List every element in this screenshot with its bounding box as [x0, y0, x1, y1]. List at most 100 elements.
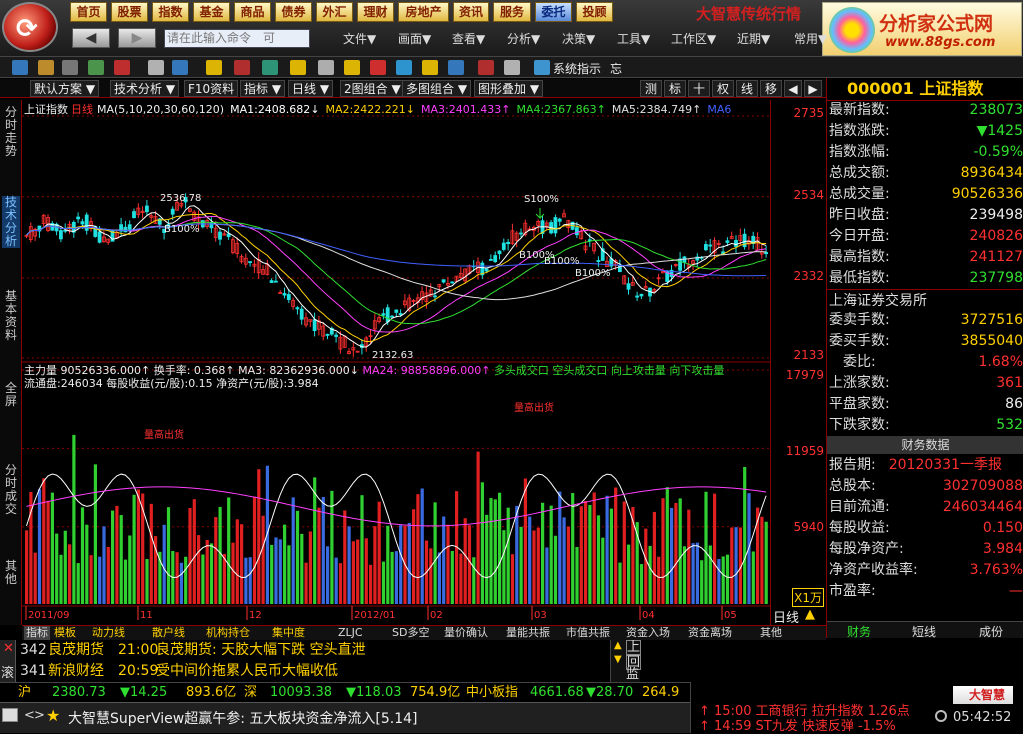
toolbar-icon[interactable]	[172, 60, 188, 75]
toolbar-icon[interactable]	[396, 60, 412, 75]
indicator-tab[interactable]: 散户线	[152, 626, 185, 640]
status-text[interactable]: 大智慧SuperView超赢午参: 五大板块资金净流入[5.14]	[68, 708, 418, 728]
chart-tab[interactable]: 技术分析 ▼	[110, 80, 180, 97]
next-icon[interactable]: >	[34, 708, 45, 723]
chart-tab[interactable]: 2图组合 ▼	[340, 80, 405, 97]
menu-item[interactable]: 决策▼	[562, 30, 595, 47]
news-up-icon[interactable]: ▲	[614, 640, 622, 651]
left-tab[interactable]: 技术分析	[2, 196, 20, 248]
chart-tab[interactable]: 指标 ▼	[240, 80, 286, 97]
chart-tab[interactable]: 多图组合 ▼	[402, 80, 472, 97]
indicator-tab[interactable]: 其他	[760, 626, 782, 640]
menu-item[interactable]: 近期▼	[737, 30, 770, 47]
toolbar-icon[interactable]	[114, 60, 130, 75]
toolbar-icon[interactable]	[12, 60, 28, 75]
alert-item[interactable]: ↑ 14:59 ST九发 快速反弹 -1.5%	[699, 715, 896, 734]
toolbar-icon[interactable]	[262, 60, 278, 75]
toolbar-icon[interactable]	[38, 60, 54, 75]
chart-tab[interactable]: 日线 ▼	[288, 80, 334, 97]
left-tab[interactable]: 分时走势	[2, 106, 20, 158]
toolbar-icon[interactable]	[206, 60, 222, 75]
left-tab[interactable]: 其他	[2, 560, 20, 586]
indicator-tab[interactable]: SD多空	[392, 626, 429, 640]
nav-11[interactable]: 委托	[535, 2, 572, 22]
left-tab[interactable]: 分时成交	[2, 464, 20, 516]
nav-12[interactable]: 投顾	[576, 2, 613, 22]
menu-item[interactable]: 查看▼	[452, 30, 485, 47]
nav-1[interactable]: 股票	[111, 2, 148, 22]
app-logo-icon[interactable]: ⟳	[2, 2, 58, 52]
news-item[interactable]: 341 新浪财经 20:59 受中间价拖累人民币大幅收低	[0, 661, 640, 681]
nav-6[interactable]: 外汇	[316, 2, 353, 22]
system-indicator-button[interactable]: 系统指示	[553, 60, 601, 77]
indicator-tab[interactable]: 动力线	[92, 626, 125, 640]
scroll-right-icon[interactable]: ▶	[804, 80, 822, 97]
settings-gear-icon[interactable]	[935, 710, 947, 722]
command-input[interactable]: 请在此输入命令 可	[164, 29, 310, 48]
toolbar-icon[interactable]	[370, 60, 386, 75]
news-side-top[interactable]: 上	[626, 640, 642, 655]
indicator-tab[interactable]: 资金离场	[688, 626, 732, 640]
toolbar-icon[interactable]	[148, 60, 164, 75]
indicator-tab[interactable]: 指标	[24, 626, 50, 640]
news-side-bot[interactable]: 监	[626, 668, 639, 681]
chart-area[interactable]: 2536.78 2132.63 B100% B100% B100% B100% S100% 量…	[22, 100, 770, 626]
chart-tool-tab[interactable]: 移	[760, 80, 782, 97]
period-triangle-icon[interactable]: ▲	[805, 607, 815, 622]
toolbar-icon[interactable]	[534, 60, 550, 75]
indicator-tab[interactable]: 市值共振	[566, 626, 610, 640]
forward-icon[interactable]: ▶	[118, 28, 156, 48]
chart-tab[interactable]: F10资料	[184, 80, 239, 97]
menu-item[interactable]: 分析▼	[507, 30, 540, 47]
left-tab[interactable]: 全屏	[2, 382, 20, 408]
menu-item[interactable]: 工作区▼	[671, 30, 716, 47]
toolbar-icon[interactable]	[504, 60, 520, 75]
left-tab[interactable]: 基本资料	[2, 290, 20, 342]
nav-8[interactable]: 房地产	[398, 2, 449, 22]
chart-tool-tab[interactable]: 标	[664, 80, 686, 97]
toolbar-icon[interactable]	[234, 60, 250, 75]
toolbar-icon[interactable]	[290, 60, 306, 75]
indicator-tab[interactable]: 模板	[54, 626, 76, 640]
nav-2[interactable]: 指数	[152, 2, 189, 22]
toolbar-icon[interactable]	[62, 60, 78, 75]
quote-panel-tab[interactable]: 成份	[979, 623, 1003, 640]
quote-panel-tab[interactable]: 短线	[912, 623, 936, 640]
star-icon[interactable]: ★	[46, 706, 60, 725]
menu-item[interactable]: 画面▼	[398, 30, 431, 47]
chart-tool-tab[interactable]: 测	[640, 80, 662, 97]
indicator-tab[interactable]: ZLJC	[338, 626, 363, 640]
index-ticker[interactable]: 沪 2380.73 ▼14.25 893.6亿 深 10093.38 ▼118.…	[0, 682, 690, 720]
news-down-icon[interactable]: ▼	[614, 654, 622, 665]
nav-4[interactable]: 商品	[234, 2, 271, 22]
toolbar-more[interactable]: 忘	[610, 60, 622, 77]
indicator-tab[interactable]: 量价确认	[444, 626, 488, 640]
scroll-left-icon[interactable]: ◀	[784, 80, 802, 97]
back-icon[interactable]: ◀	[72, 28, 110, 48]
toolbar-icon[interactable]	[422, 60, 438, 75]
nav-0[interactable]: 首页	[70, 2, 107, 22]
nav-5[interactable]: 债券	[275, 2, 312, 22]
menu-item[interactable]: 文件▼	[343, 30, 376, 47]
toolbar-icon[interactable]	[88, 60, 104, 75]
indicator-tab[interactable]: 集中度	[272, 626, 305, 640]
nav-3[interactable]: 基金	[193, 2, 230, 22]
toolbar-icon[interactable]	[344, 60, 360, 75]
menu-item[interactable]: 常用▼	[794, 30, 827, 47]
nav-9[interactable]: 资讯	[453, 2, 489, 22]
indicator-tab[interactable]: 资金入场	[626, 626, 670, 640]
quote-panel-tab[interactable]: 财务	[847, 623, 871, 640]
news-item[interactable]: 342 良茂期货 21:00 良茂期货: 天胶大幅下跌 空头直泄	[0, 640, 640, 660]
nav-7[interactable]: 理财	[357, 2, 394, 22]
toolbar-icon[interactable]	[448, 60, 464, 75]
menu-item[interactable]: 工具▼	[617, 30, 650, 47]
chart-tool-tab[interactable]: 线	[736, 80, 758, 97]
toolbar-icon[interactable]	[318, 60, 334, 75]
indicator-tab[interactable]: 机构持仓	[206, 626, 250, 640]
indicator-tab[interactable]: 量能共振	[506, 626, 550, 640]
toolbar-icon[interactable]	[478, 60, 494, 75]
chart-tool-tab[interactable]: 十	[688, 80, 710, 97]
chart-tool-tab[interactable]: 权	[712, 80, 734, 97]
nav-10[interactable]: 服务	[493, 2, 531, 22]
mail-icon[interactable]	[2, 708, 18, 722]
